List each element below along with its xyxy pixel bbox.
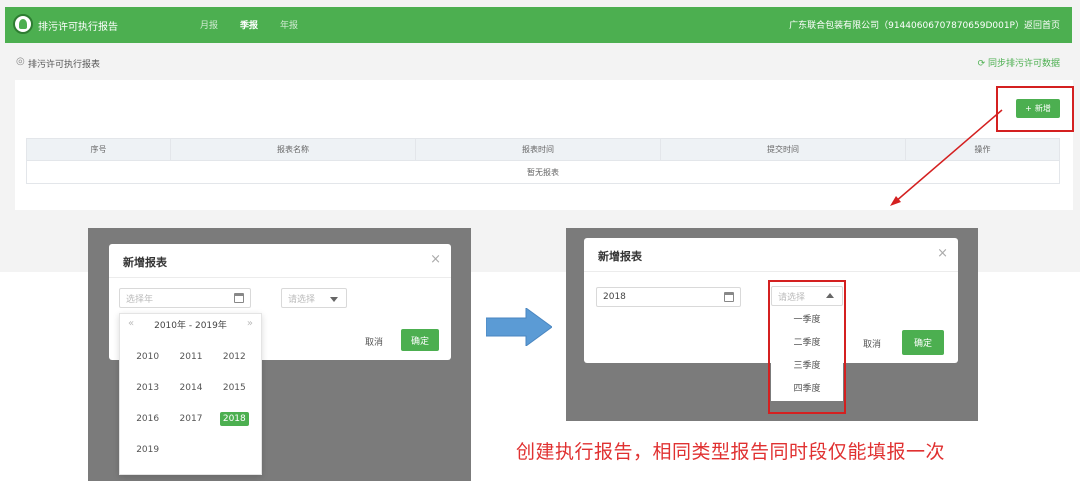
calendar-icon bbox=[724, 292, 734, 302]
next-decade-icon[interactable]: » bbox=[247, 318, 253, 329]
year-cell[interactable]: 2019 bbox=[126, 441, 169, 459]
year-input[interactable]: 选择年 bbox=[119, 288, 251, 308]
year-input-placeholder: 选择年 bbox=[126, 294, 154, 305]
report-type-placeholder: 请选择 bbox=[288, 294, 316, 305]
location-pin-icon: ◎ bbox=[16, 56, 25, 67]
col-report-name: 报表名称 bbox=[171, 139, 416, 160]
col-index: 序号 bbox=[27, 139, 171, 160]
sync-data-link[interactable]: ⟳ 同步排污许可数据 bbox=[978, 56, 1060, 69]
year-input[interactable]: 2018 bbox=[596, 287, 741, 307]
year-cell[interactable]: 2011 bbox=[169, 348, 212, 366]
year-cell[interactable]: 2013 bbox=[126, 379, 169, 397]
nav-monthly[interactable]: 月报 bbox=[200, 18, 218, 31]
add-report-button[interactable]: + 新增 bbox=[1016, 99, 1060, 118]
year-cell[interactable]: 2012 bbox=[213, 348, 256, 366]
col-report-time: 报表时间 bbox=[416, 139, 661, 160]
close-icon[interactable]: × bbox=[937, 246, 948, 261]
report-table: 序号 报表名称 报表时间 提交时间 操作 暂无报表 bbox=[26, 138, 1060, 184]
nav-quarterly[interactable]: 季报 bbox=[240, 18, 258, 31]
decade-range: 2010年 - 2019年 bbox=[154, 321, 227, 331]
inset-year-picker: 新增报表 × 选择年 请选择 取消 确定 « 2010年 - 2019年 » 2… bbox=[88, 228, 471, 481]
confirm-button[interactable]: 确定 bbox=[902, 330, 944, 355]
page: { "header": { "app_title": "排污许可执行报告", "… bbox=[0, 0, 1080, 481]
year-cell-selected[interactable]: 2018 bbox=[213, 410, 256, 428]
logo-icon bbox=[13, 14, 33, 34]
table-empty-row: 暂无报表 bbox=[26, 161, 1060, 184]
nav-yearly[interactable]: 年报 bbox=[280, 18, 298, 31]
col-actions: 操作 bbox=[974, 145, 991, 154]
cancel-button[interactable]: 取消 bbox=[365, 335, 383, 348]
table-header: 序号 报表名称 报表时间 提交时间 操作 bbox=[26, 138, 1060, 161]
calendar-icon bbox=[234, 293, 244, 303]
top-bar: 排污许可执行报告 月报 季报 年报 广东联合包装有限公司（91440606707… bbox=[5, 7, 1072, 43]
year-cell[interactable]: 2010 bbox=[126, 348, 169, 366]
dialog-divider bbox=[584, 271, 958, 272]
dialog-title: 新增报表 bbox=[123, 256, 167, 269]
year-cell[interactable]: 2014 bbox=[169, 379, 212, 397]
year-grid: 2010 2011 2012 2013 2014 2015 2016 2017 … bbox=[126, 348, 256, 459]
report-type-select[interactable]: 请选择 bbox=[281, 288, 347, 308]
close-icon[interactable]: × bbox=[430, 252, 441, 267]
app-title: 排污许可执行报告 bbox=[38, 22, 118, 33]
plus-icon: + bbox=[1025, 104, 1032, 113]
add-report-label: 新增 bbox=[1034, 104, 1051, 113]
dialog-divider bbox=[109, 277, 451, 278]
dialog-title: 新增报表 bbox=[598, 250, 642, 263]
year-cell[interactable]: 2017 bbox=[169, 410, 212, 428]
col-submit-time: 提交时间 bbox=[661, 139, 906, 160]
caption-text: 创建执行报告，相同类型报告同时段仅能填报一次 bbox=[516, 441, 946, 463]
breadcrumb: 排污许可执行报表 bbox=[28, 60, 101, 70]
company-home-link[interactable]: 广东联合包装有限公司（91440606707870659D001P）返回首页 bbox=[789, 18, 1060, 31]
year-input-value: 2018 bbox=[603, 292, 626, 302]
confirm-button[interactable]: 确定 bbox=[401, 329, 439, 351]
chevron-down-icon bbox=[330, 297, 338, 302]
dropdown-highlight bbox=[768, 280, 846, 414]
year-cell[interactable]: 2015 bbox=[213, 379, 256, 397]
right-arrow-icon bbox=[486, 308, 552, 346]
year-cell[interactable]: 2016 bbox=[126, 410, 169, 428]
year-picker-panel: « 2010年 - 2019年 » 2010 2011 2012 2013 20… bbox=[119, 313, 262, 475]
cancel-button[interactable]: 取消 bbox=[863, 337, 881, 350]
